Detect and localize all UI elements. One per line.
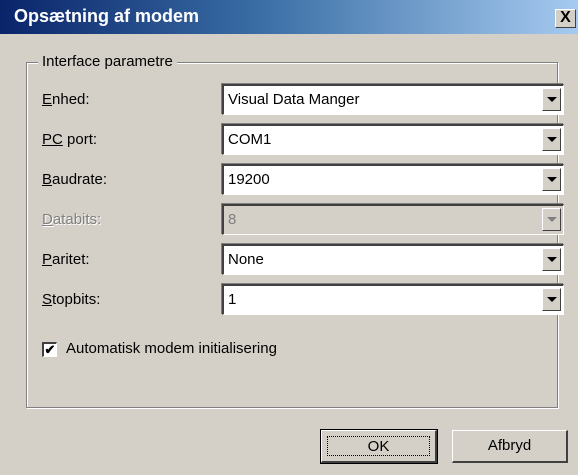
field-label-stopbits: Stopbits: <box>42 291 101 308</box>
databits-dropdown: 8 <box>222 204 564 235</box>
field-label-pc-port: PC port: <box>42 131 98 148</box>
close-icon: X <box>560 9 571 26</box>
chevron-down-icon[interactable] <box>542 88 561 111</box>
stopbits-value: 1 <box>228 291 237 308</box>
baudrate-value: 19200 <box>228 171 270 188</box>
pc-port-dropdown[interactable]: COM1 <box>222 124 564 155</box>
chevron-down-icon[interactable] <box>542 248 561 271</box>
auto-init-label[interactable]: Automatisk modem initialisering <box>66 340 277 357</box>
title-bar: Opsætning af modem X <box>0 0 578 34</box>
stopbits-dropdown[interactable]: 1 <box>222 284 564 315</box>
baudrate-dropdown[interactable]: 19200 <box>222 164 564 195</box>
auto-init-checkbox[interactable]: ✔ <box>42 342 57 357</box>
checkmark-icon: ✔ <box>44 342 56 357</box>
databits-value: 8 <box>228 211 237 228</box>
ok-button[interactable]: OK <box>320 429 438 464</box>
enhed-dropdown[interactable]: Visual Data Manger <box>222 84 564 115</box>
field-label-enhed: Enhed: <box>42 91 90 108</box>
chevron-down-icon[interactable] <box>542 168 561 191</box>
group-legend: Interface parametre <box>38 53 177 70</box>
pc-port-value: COM1 <box>228 131 272 148</box>
close-button[interactable]: X <box>555 9 576 28</box>
chevron-down-icon[interactable] <box>542 128 561 151</box>
chevron-down-icon[interactable] <box>542 288 561 311</box>
chevron-down-icon <box>542 208 561 231</box>
enhed-value: Visual Data Manger <box>228 91 360 108</box>
window-title: Opsætning af modem <box>14 6 200 26</box>
paritet-value: None <box>228 251 264 268</box>
field-label-baudrate: Baudrate: <box>42 171 108 188</box>
cancel-button[interactable]: Afbryd <box>452 430 568 463</box>
paritet-dropdown[interactable]: None <box>222 244 564 275</box>
ok-label: OK <box>327 436 430 456</box>
field-label-paritet: Paritet: <box>42 251 90 268</box>
field-label-databits: Databits: <box>42 211 102 228</box>
